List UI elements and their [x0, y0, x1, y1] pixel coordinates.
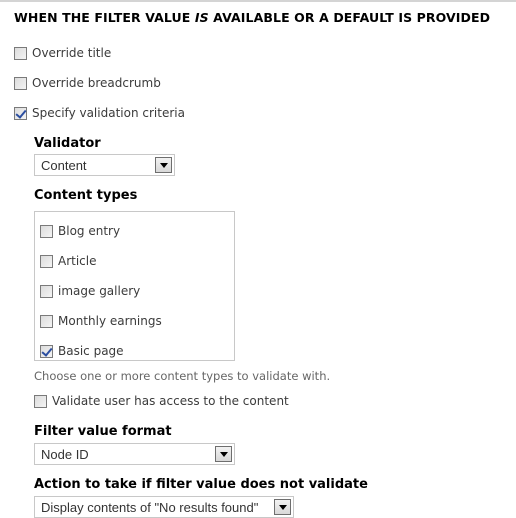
content-type-basic-page[interactable]: Basic page	[40, 344, 124, 358]
fail-action-select[interactable]: Display contents of "No results found"	[34, 496, 294, 518]
validate-access-label: Validate user has access to the content	[52, 394, 289, 408]
validate-access-option[interactable]: Validate user has access to the content	[34, 394, 289, 408]
image-gallery-label: image gallery	[58, 284, 141, 298]
override-breadcrumb-option[interactable]: Override breadcrumb	[14, 76, 161, 90]
content-type-article[interactable]: Article	[40, 254, 97, 268]
override-title-option[interactable]: Override title	[14, 46, 111, 60]
title-emphasis: IS	[194, 10, 209, 25]
chevron-down-icon[interactable]	[215, 446, 232, 462]
section-title: WHEN THE FILTER VALUE IS AVAILABLE OR A …	[14, 10, 490, 25]
fail-action-label: Action to take if filter value does not …	[34, 477, 368, 492]
article-label: Article	[58, 254, 97, 268]
override-breadcrumb-checkbox[interactable]	[14, 76, 27, 90]
specify-validation-label: Specify validation criteria	[32, 106, 185, 120]
override-breadcrumb-label: Override breadcrumb	[32, 76, 161, 90]
basic-page-checkbox[interactable]	[40, 344, 53, 358]
validator-label: Validator	[34, 136, 101, 151]
fail-action-value: Display contents of "No results found"	[41, 499, 259, 515]
title-text: WHEN THE FILTER VALUE	[14, 10, 195, 25]
content-type-monthly-earnings[interactable]: Monthly earnings	[40, 314, 162, 328]
override-title-label: Override title	[32, 46, 112, 60]
content-types-description: Choose one or more content types to vali…	[34, 369, 331, 383]
specify-validation-option[interactable]: Specify validation criteria	[14, 106, 185, 120]
blog-entry-label: Blog entry	[58, 224, 121, 238]
title-text-end: AVAILABLE OR A DEFAULT IS PROVIDED	[208, 10, 491, 25]
filter-format-label: Filter value format	[34, 424, 172, 439]
image-gallery-checkbox[interactable]	[40, 284, 53, 298]
chevron-down-icon[interactable]	[155, 157, 172, 173]
validate-access-checkbox[interactable]	[34, 394, 47, 408]
content-types-label: Content types	[34, 188, 138, 203]
specify-validation-checkbox[interactable]	[14, 106, 27, 120]
chevron-down-icon[interactable]	[274, 499, 291, 515]
override-title-checkbox[interactable]	[14, 46, 27, 60]
content-type-image-gallery[interactable]: image gallery	[40, 284, 140, 298]
blog-entry-checkbox[interactable]	[40, 224, 53, 238]
filter-format-select[interactable]: Node ID	[34, 443, 235, 465]
filter-format-value: Node ID	[41, 446, 89, 462]
monthly-earnings-label: Monthly earnings	[58, 314, 162, 328]
monthly-earnings-checkbox[interactable]	[40, 314, 53, 328]
validator-value: Content	[41, 157, 87, 173]
basic-page-label: Basic page	[58, 344, 124, 358]
article-checkbox[interactable]	[40, 254, 53, 268]
content-type-blog-entry[interactable]: Blog entry	[40, 224, 120, 238]
validator-select[interactable]: Content	[34, 154, 175, 176]
